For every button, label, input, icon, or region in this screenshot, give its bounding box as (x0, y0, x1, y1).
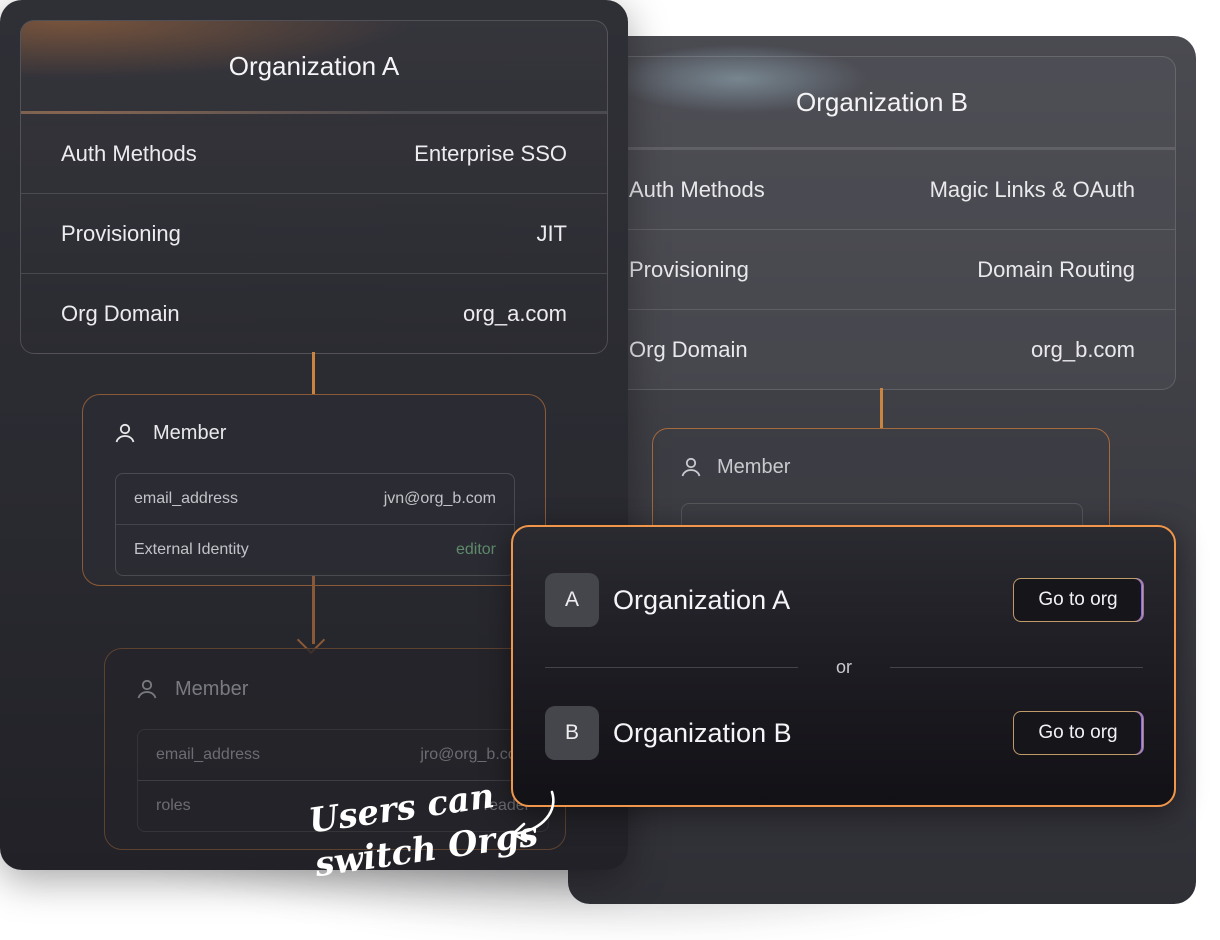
field-key: roles (156, 797, 191, 814)
divider-line (890, 666, 1143, 668)
connector-line (880, 388, 883, 428)
org-a-name: Organization A (613, 584, 791, 615)
switcher-row-org-a: A Organization A Go to org (545, 572, 1143, 628)
divider-line (545, 666, 798, 668)
user-icon (115, 423, 135, 443)
row-label: Auth Methods (61, 140, 197, 166)
org-a-card: Organization A Auth Methods Enterprise S… (20, 20, 608, 354)
org-a-domain-row: Org Domain org_a.com (21, 274, 607, 353)
or-divider: or (545, 655, 1143, 679)
member-label: Member (175, 677, 249, 700)
field-value: editor (455, 541, 496, 558)
row-label: Provisioning (629, 256, 749, 282)
member-label: Member (717, 455, 791, 478)
member-header: Member (83, 395, 545, 445)
go-to-org-b-button[interactable]: Go to org (1013, 711, 1143, 755)
row-label: Org Domain (629, 336, 748, 362)
org-b-auth-row: Auth Methods Magic Links & OAuth (589, 150, 1175, 230)
field-key: External Identity (134, 541, 249, 558)
field-key: email_address (156, 746, 261, 763)
go-to-org-a-button[interactable]: Go to org (1013, 578, 1143, 622)
or-label: or (835, 656, 852, 677)
row-label: Provisioning (61, 220, 181, 246)
org-b-provisioning-row: Provisioning Domain Routing (589, 230, 1175, 310)
row-label: Org Domain (61, 300, 180, 326)
org-b-card: Organization B Auth Methods Magic Links … (588, 56, 1176, 390)
org-switcher-card: A Organization A Go to org or B Organiza… (511, 525, 1176, 807)
org-a-auth-row: Auth Methods Enterprise SSO (21, 114, 607, 194)
org-a-avatar: A (545, 573, 599, 627)
org-b-avatar: B (545, 706, 599, 760)
field-value: jvn@org_b.com (383, 490, 496, 507)
org-a-member-card-1: Member email_address jvn@org_b.com Exter… (82, 394, 546, 586)
org-b-title: Organization B (589, 57, 1175, 150)
row-value: org_a.com (463, 300, 567, 326)
member-fields: email_address jvn@org_b.com External Ide… (115, 473, 515, 576)
row-value: Magic Links & OAuth (929, 176, 1135, 202)
org-b-domain-row: Org Domain org_b.com (589, 310, 1175, 389)
user-icon (137, 679, 157, 699)
row-value: Enterprise SSO (414, 140, 567, 166)
user-icon (681, 457, 701, 477)
member-header: Member (105, 649, 565, 701)
row-value: JIT (536, 220, 567, 246)
org-a-title: Organization A (21, 21, 607, 114)
org-a-provisioning-row: Provisioning JIT (21, 194, 607, 274)
row-value: org_b.com (1031, 336, 1135, 362)
member-header: Member (653, 429, 1109, 505)
field-row-email: email_address jro@org_b.com (138, 730, 548, 780)
field-row-identity: External Identity editor (116, 524, 514, 575)
switcher-row-org-b: B Organization B Go to org (545, 705, 1143, 761)
row-value: Domain Routing (977, 256, 1135, 282)
connector-line (312, 352, 315, 394)
field-key: email_address (134, 490, 239, 507)
field-row-email: email_address jvn@org_b.com (116, 474, 514, 524)
member-label: Member (153, 421, 227, 444)
row-label: Auth Methods (629, 176, 765, 202)
org-b-name: Organization B (613, 717, 792, 748)
